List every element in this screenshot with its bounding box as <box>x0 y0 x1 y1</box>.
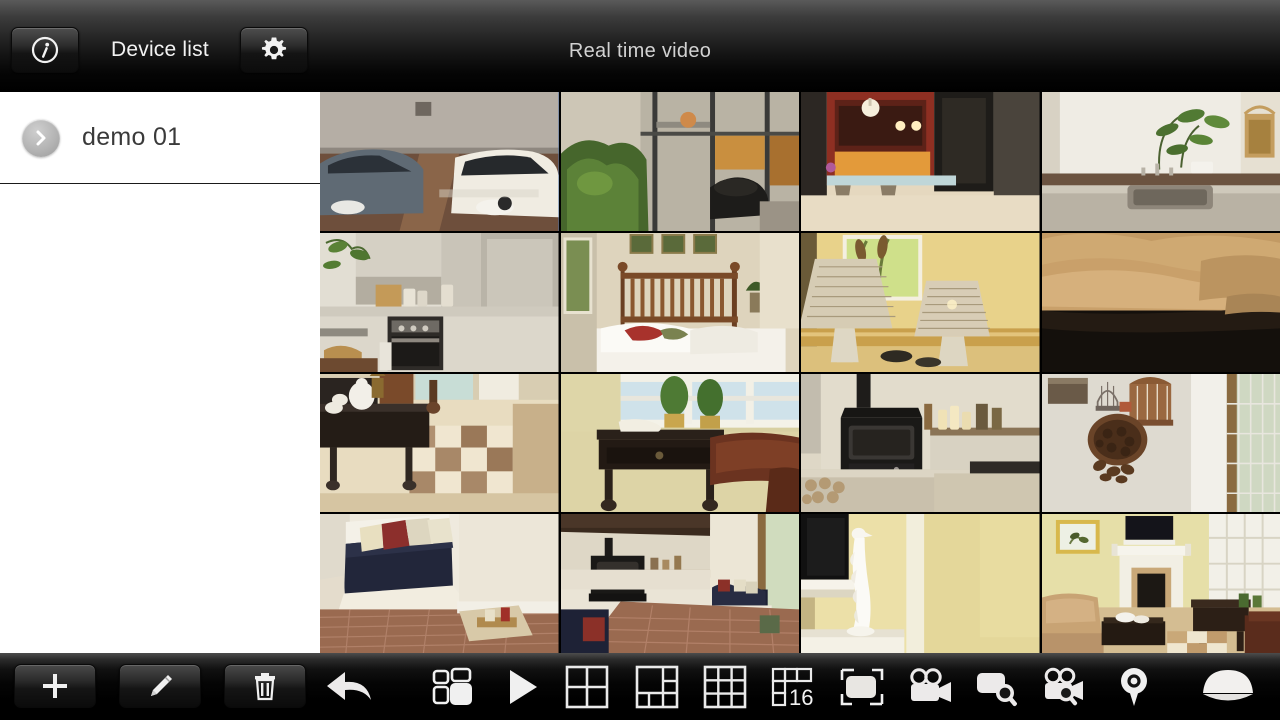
delete-device-button[interactable] <box>224 664 306 708</box>
video-cell-9[interactable] <box>320 373 559 513</box>
split-9-button[interactable] <box>698 665 752 709</box>
fullscreen-icon <box>838 666 886 708</box>
scene-kitchen-stove <box>320 232 559 372</box>
split-4-button[interactable] <box>560 665 614 709</box>
video-search-icon <box>1042 667 1092 707</box>
video-cell-16[interactable] <box>1041 514 1280 653</box>
snapshot-search-button[interactable] <box>970 665 1028 709</box>
scene-corner-nook-stove <box>560 514 799 653</box>
back-arrow-icon <box>323 668 379 706</box>
device-list-sidebar: demo 01 <box>0 92 320 653</box>
page-title: Real time video <box>568 40 712 62</box>
scene-wood-stove-fireplace <box>801 373 1040 513</box>
video-cell-12[interactable] <box>1041 373 1280 513</box>
location-pin-icon <box>1116 666 1152 708</box>
video-cell-6[interactable] <box>560 232 799 372</box>
video-cell-1[interactable] <box>320 92 559 231</box>
plus-icon <box>40 671 70 701</box>
grid-6-icon <box>635 665 679 709</box>
top-header-bar: Device list Real time video <box>0 0 1280 92</box>
video-cell-3[interactable] <box>801 92 1040 231</box>
location-button[interactable] <box>1106 665 1162 709</box>
video-cell-7[interactable] <box>801 232 1040 372</box>
split-16-button[interactable]: 16 <box>766 665 828 709</box>
video-cell-10[interactable] <box>560 373 799 513</box>
scene-mantel-white-statue <box>801 514 1040 653</box>
scene-window-bench-cushions <box>320 514 559 653</box>
split-16-label: 16 <box>789 685 813 709</box>
scene-bathroom-sink-plant <box>1041 92 1280 231</box>
scene-patio-glass-doors <box>560 92 799 231</box>
back-button[interactable] <box>320 665 382 709</box>
grid-3x3-icon <box>703 665 747 709</box>
video-grid-area <box>320 92 1280 653</box>
chevron-right-icon <box>22 118 60 157</box>
video-cell-2[interactable] <box>560 92 799 231</box>
scene-window-table-topiary <box>560 373 799 513</box>
split-6-button[interactable] <box>630 665 684 709</box>
video-cell-5[interactable] <box>320 232 559 372</box>
video-cell-13[interactable] <box>320 514 559 653</box>
play-button[interactable] <box>494 665 550 709</box>
trash-icon <box>251 671 279 701</box>
video-grid <box>320 92 1280 653</box>
bottom-toolbar: 16 <box>0 653 1280 720</box>
video-cell-8[interactable] <box>1041 232 1280 372</box>
video-cell-4[interactable] <box>1041 92 1280 231</box>
video-cell-14[interactable] <box>560 514 799 653</box>
ptz-button[interactable] <box>1196 665 1260 709</box>
scene-kitchen-bar-stools <box>801 92 1040 231</box>
scene-bedroom-wooden-bed <box>560 232 799 372</box>
layout-button[interactable] <box>424 665 484 709</box>
video-cell-11[interactable] <box>801 373 1040 513</box>
app-root: Device list Real time video demo 01 16 <box>0 0 1280 720</box>
scene-garage-two-cars <box>320 92 559 231</box>
play-icon <box>504 667 540 707</box>
edit-device-button[interactable] <box>119 664 201 708</box>
layout-panels-icon <box>432 667 476 707</box>
fullscreen-button[interactable] <box>832 665 892 709</box>
device-name-label: demo 01 <box>82 123 182 151</box>
add-device-button[interactable] <box>14 664 96 708</box>
grid-16-icon: 16 <box>771 665 823 709</box>
pencil-icon <box>145 671 175 701</box>
scene-living-room-fireplace-tv <box>1041 514 1280 653</box>
scene-wall-decor-birdcage <box>1041 373 1280 513</box>
scene-two-table-lamps <box>801 232 1040 372</box>
ptz-dome-icon <box>1199 667 1257 707</box>
scene-leather-sofa-closeup <box>1041 232 1280 372</box>
video-search-button[interactable] <box>1038 665 1096 709</box>
device-list-item[interactable]: demo 01 <box>0 92 320 184</box>
snapshot-search-icon <box>974 667 1024 707</box>
video-camera-icon <box>907 668 955 706</box>
grid-2x2-icon <box>565 665 609 709</box>
scene-living-room-checker-floor <box>320 373 559 513</box>
video-cell-15[interactable] <box>801 514 1040 653</box>
record-button[interactable] <box>902 665 960 709</box>
